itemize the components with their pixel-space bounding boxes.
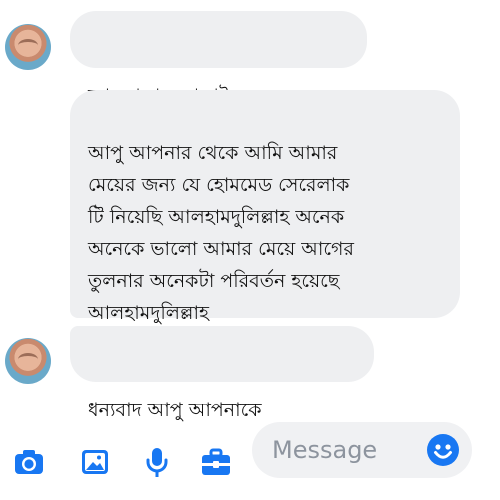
- gallery-button[interactable]: [78, 445, 112, 479]
- emoji-icon[interactable]: [426, 433, 460, 467]
- composer-bar: Message: [0, 415, 500, 500]
- message-input[interactable]: Message: [252, 422, 472, 478]
- message-text: আপু আপনার থেকে আমি আমার মেয়ের জন্য যে হ…: [88, 142, 354, 324]
- message-bubble[interactable]: আপু আপনার থেকে আমি আমার মেয়ের জন্য যে হ…: [70, 90, 460, 324]
- more-tools-button[interactable]: [199, 445, 233, 479]
- camera-icon: [15, 450, 43, 474]
- message-bubble[interactable]: ধন্যবাদ আপু আপনাকে: [70, 326, 374, 421]
- voice-message-button[interactable]: [140, 445, 174, 479]
- photo-icon: [82, 450, 108, 474]
- contact-avatar[interactable]: [5, 338, 51, 384]
- toolbox-icon: [202, 448, 230, 475]
- message-thread: আসসালামু আলাইকুম আপু আপনার থেকে আমি আমার…: [0, 0, 500, 421]
- camera-button[interactable]: [12, 445, 46, 479]
- contact-avatar[interactable]: [5, 24, 51, 70]
- microphone-icon: [146, 448, 168, 477]
- message-bubble[interactable]: আসসালামু আলাইকুম: [70, 11, 367, 107]
- message-placeholder: Message: [272, 436, 378, 464]
